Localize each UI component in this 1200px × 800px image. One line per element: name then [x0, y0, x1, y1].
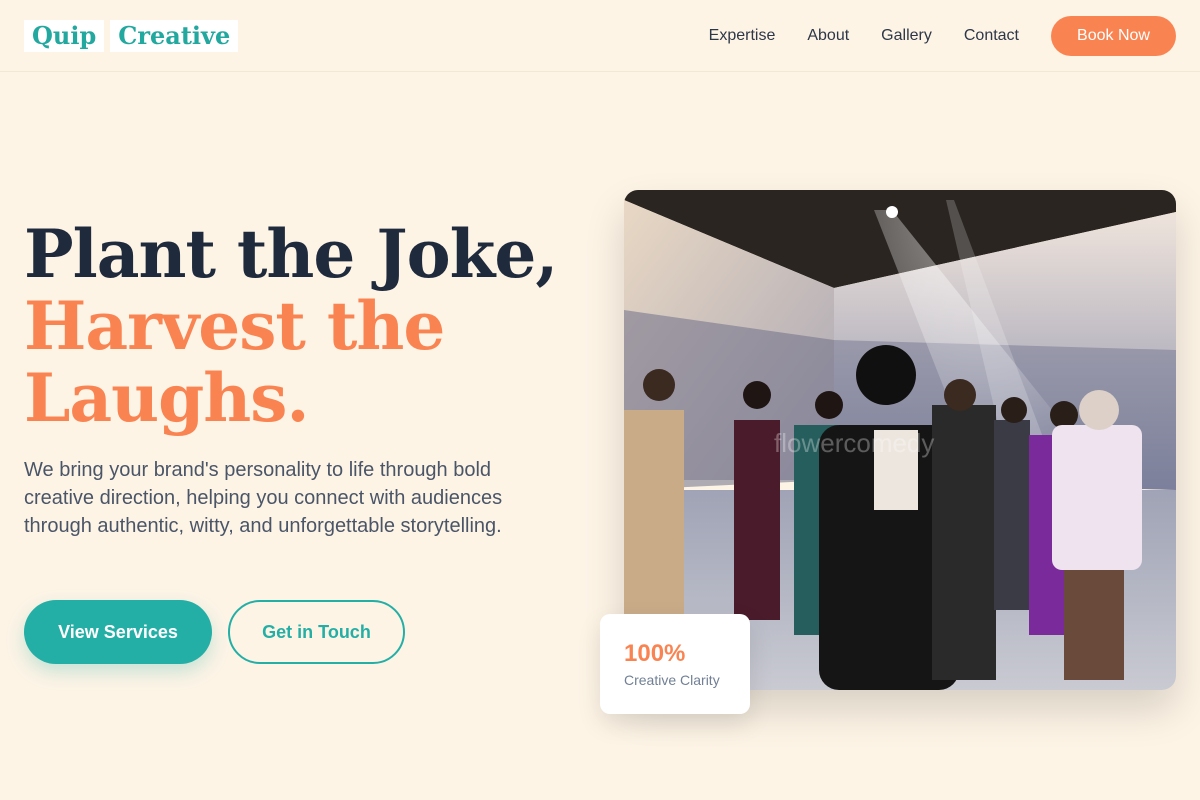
brand-logo[interactable]: Quip Creative [24, 20, 239, 52]
stat-card: 100% Creative Clarity [600, 614, 750, 714]
main-nav: Expertise About Gallery Contact Book Now [709, 16, 1176, 56]
stat-value: 100% [624, 640, 686, 667]
hero-title-line2: Harvest the [24, 287, 445, 365]
hero-description: We bring your brand's personality to lif… [24, 459, 503, 537]
nav-link-expertise[interactable]: Expertise [709, 16, 776, 56]
stat-label: Creative Clarity [624, 672, 720, 688]
get-in-touch-button[interactable]: Get in Touch [228, 600, 405, 664]
photo-watermark: flowercomedy [774, 428, 934, 458]
hero-title-line3: Laughs. [24, 359, 309, 437]
book-now-button[interactable]: Book Now [1051, 16, 1176, 56]
site-header: Quip Creative Expertise About Gallery Co… [0, 0, 1200, 72]
logo-word-quip: Quip [24, 20, 105, 52]
nav-link-gallery[interactable]: Gallery [881, 16, 932, 56]
logo-word-creative: Creative [110, 20, 239, 52]
hero-title: Plant the Joke, Harvest the Laughs. [24, 218, 584, 434]
nav-link-about[interactable]: About [807, 16, 849, 56]
hero-title-line1: Plant the Joke, [24, 215, 558, 293]
view-services-button[interactable]: View Services [24, 600, 212, 664]
nav-link-contact[interactable]: Contact [964, 16, 1019, 56]
